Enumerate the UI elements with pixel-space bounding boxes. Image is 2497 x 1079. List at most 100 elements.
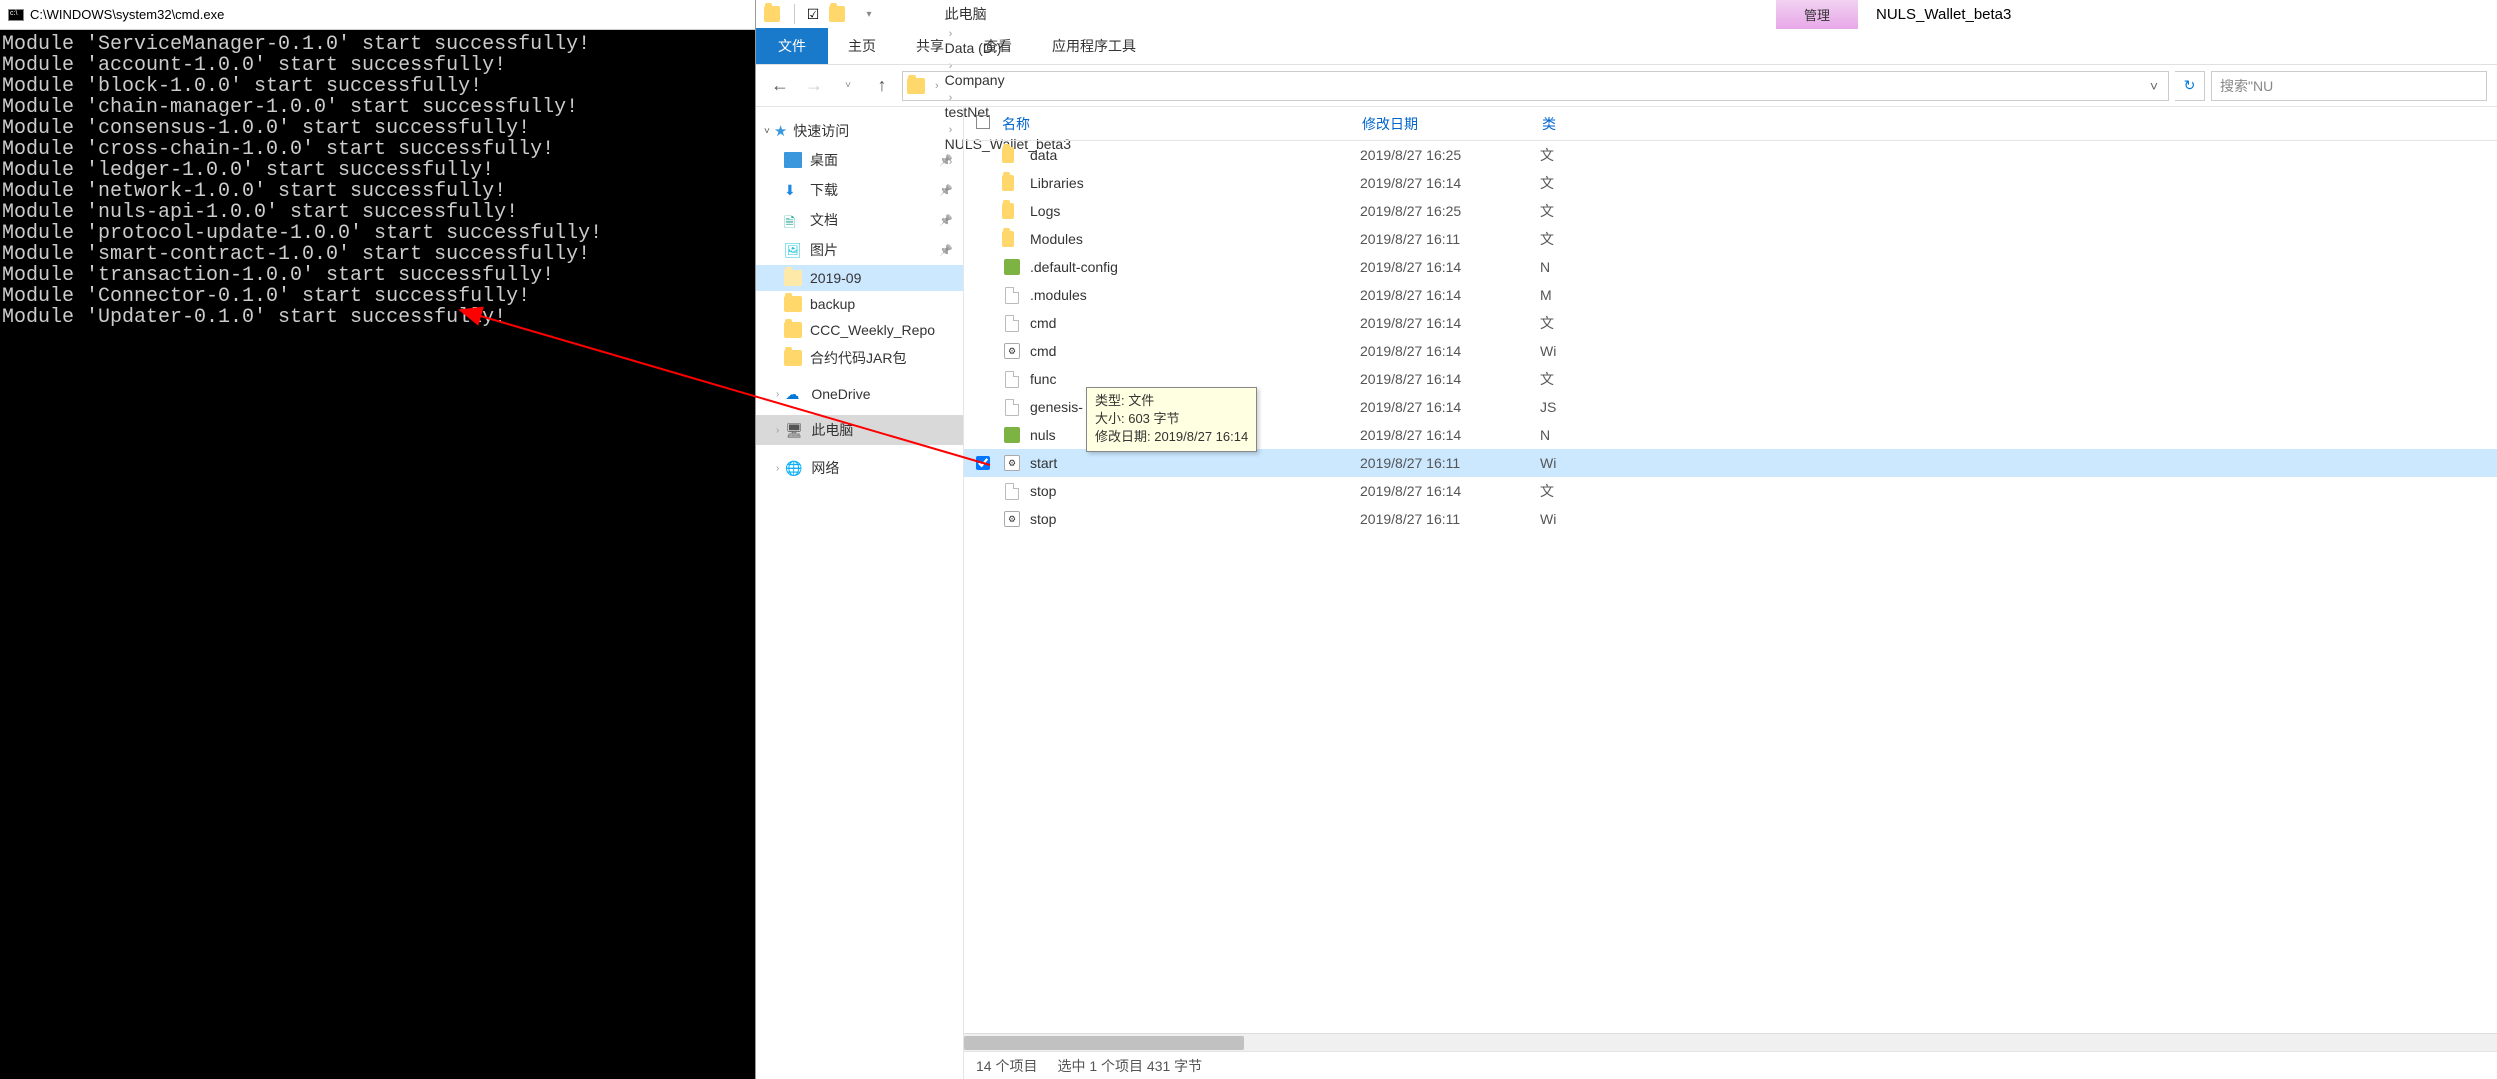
navigation-pane[interactable]: ˅ ★ 快速访问 桌面 ⬇下载 🗎文档 🖼图片 2019-09 backup C… (756, 107, 964, 1079)
file-row[interactable]: Libraries2019/8/27 16:14文 (964, 169, 2497, 197)
cmd-output[interactable]: Module 'ServiceManager-0.1.0' start succ… (0, 30, 755, 1079)
status-count: 14 个项目 (976, 1056, 1037, 1076)
file-type: 文 (1540, 313, 1616, 333)
forward-button[interactable]: → (800, 72, 828, 100)
file-name: Modules (1030, 231, 1360, 247)
file-row[interactable]: stop2019/8/27 16:14文 (964, 477, 2497, 505)
tooltip-size: 大小: 603 字节 (1095, 410, 1248, 428)
file-row[interactable]: Modules2019/8/27 16:11文 (964, 225, 2497, 253)
file-type: 文 (1540, 145, 1616, 165)
file-row[interactable]: .modules2019/8/27 16:14M (964, 281, 2497, 309)
nav-documents[interactable]: 🗎文档 (756, 205, 963, 235)
cmd-title-text: C:\WINDOWS\system32\cmd.exe (30, 7, 224, 22)
cmd-icon (8, 9, 24, 21)
qat-dropdown-icon[interactable]: ▾ (857, 3, 881, 25)
bat-icon: ⚙ (1002, 454, 1022, 472)
file-type: Wi (1540, 455, 1616, 471)
ncf-icon (1002, 426, 1022, 444)
file-type: JS (1540, 399, 1616, 415)
address-dropdown-icon[interactable]: ˅ (2144, 78, 2164, 94)
recent-dropdown[interactable]: ˅ (834, 72, 862, 100)
chevron-right-icon[interactable]: › (935, 80, 939, 92)
refresh-button[interactable]: ↻ (2175, 71, 2205, 101)
folder-icon (907, 78, 925, 94)
file-type: 文 (1540, 481, 1616, 501)
tooltip-type: 类型: 文件 (1095, 392, 1248, 410)
cmd-titlebar[interactable]: C:\WINDOWS\system32\cmd.exe (0, 0, 755, 30)
column-name[interactable]: 名称 (1002, 114, 1362, 134)
tab-app-tools[interactable]: 应用程序工具 (1032, 28, 1156, 64)
file-row[interactable]: ⚙cmd2019/8/27 16:14Wi (964, 337, 2497, 365)
folder-icon (1002, 202, 1022, 220)
folder-icon (784, 322, 802, 338)
chevron-down-icon[interactable]: ˅ (764, 126, 770, 137)
nav-backup[interactable]: backup (756, 291, 963, 317)
folder-icon (784, 270, 802, 286)
chevron-right-icon[interactable]: › (776, 389, 779, 400)
nav-network[interactable]: › 🌐网络 (756, 453, 963, 483)
file-row[interactable]: Logs2019/8/27 16:25文 (964, 197, 2497, 225)
bat-icon: ⚙ (1002, 510, 1022, 528)
column-type[interactable]: 类 (1542, 114, 1618, 134)
file-row[interactable]: data2019/8/27 16:25文 (964, 141, 2497, 169)
tab-file[interactable]: 文件 (756, 28, 828, 64)
folder-icon[interactable] (764, 3, 788, 25)
search-input[interactable]: 搜索"NU (2211, 71, 2487, 101)
tab-view[interactable]: 查看 (964, 28, 1032, 64)
status-selected: 选中 1 个项目 431 字节 (1057, 1056, 1202, 1076)
folder-icon (1002, 230, 1022, 248)
tab-home[interactable]: 主页 (828, 28, 896, 64)
tooltip-date: 修改日期: 2019/8/27 16:14 (1095, 428, 1248, 446)
file-date: 2019/8/27 16:14 (1360, 371, 1540, 387)
nav-downloads[interactable]: ⬇下载 (756, 175, 963, 205)
picture-icon: 🖼 (784, 242, 802, 258)
file-type: 文 (1540, 201, 1616, 221)
chevron-right-icon[interactable]: › (949, 92, 953, 104)
nav-desktop[interactable]: 桌面 (756, 145, 963, 175)
file-date: 2019/8/27 16:25 (1360, 203, 1540, 219)
scrollbar-thumb[interactable] (964, 1036, 1244, 1050)
file-list[interactable]: data2019/8/27 16:25文Libraries2019/8/27 1… (964, 141, 2497, 1033)
search-placeholder: 搜索"NU (2220, 76, 2273, 96)
horizontal-scrollbar[interactable] (964, 1033, 2497, 1051)
file-type: 文 (1540, 369, 1616, 389)
select-all-checkbox[interactable] (976, 115, 990, 129)
tab-share[interactable]: 共享 (896, 28, 964, 64)
file-name: cmd (1030, 315, 1360, 331)
file-row[interactable]: cmd2019/8/27 16:14文 (964, 309, 2497, 337)
new-folder-icon[interactable] (829, 3, 853, 25)
contextual-tab-manage[interactable]: 管理 (1776, 0, 1858, 29)
file-name: .default-config (1030, 259, 1360, 275)
file-row[interactable]: ⚙start2019/8/27 16:11Wi (964, 449, 2497, 477)
address-bar[interactable]: › 此电脑›Data (D:)›Company›testNet›NULS_Wal… (902, 71, 2169, 101)
file-icon (1002, 286, 1022, 304)
column-headers[interactable]: 名称 修改日期 类 (964, 107, 2497, 141)
nav-jar[interactable]: 合约代码JAR包 (756, 343, 963, 373)
back-button[interactable]: ← (766, 72, 794, 100)
chevron-right-icon[interactable]: › (776, 425, 779, 436)
nav-ccc[interactable]: CCC_Weekly_Repo (756, 317, 963, 343)
quick-access-label: 快速访问 (793, 121, 849, 141)
file-date: 2019/8/27 16:14 (1360, 315, 1540, 331)
nav-pictures[interactable]: 🖼图片 (756, 235, 963, 265)
file-icon (1002, 398, 1022, 416)
separator (794, 4, 795, 24)
file-icon (1002, 482, 1022, 500)
quick-access-header[interactable]: ˅ ★ 快速访问 (756, 117, 963, 145)
file-row[interactable]: ⚙stop2019/8/27 16:11Wi (964, 505, 2497, 533)
file-type: 文 (1540, 229, 1616, 249)
file-row[interactable]: .default-config2019/8/27 16:14N (964, 253, 2497, 281)
file-type: N (1540, 259, 1616, 275)
properties-icon[interactable]: ☑ (801, 3, 825, 25)
chevron-right-icon[interactable]: › (776, 463, 779, 474)
up-button[interactable]: ↑ (868, 72, 896, 100)
star-icon: ★ (774, 122, 787, 140)
download-icon: ⬇ (784, 182, 802, 198)
breadcrumb-item[interactable]: Company (945, 72, 1071, 88)
nav-2019-09[interactable]: 2019-09 (756, 265, 963, 291)
nav-onedrive[interactable]: › ☁OneDrive (756, 381, 963, 407)
column-date[interactable]: 修改日期 (1362, 114, 1542, 134)
nav-this-pc[interactable]: › 🖥此电脑 (756, 415, 963, 445)
ncf-icon (1002, 258, 1022, 276)
row-checkbox[interactable] (976, 456, 1002, 470)
